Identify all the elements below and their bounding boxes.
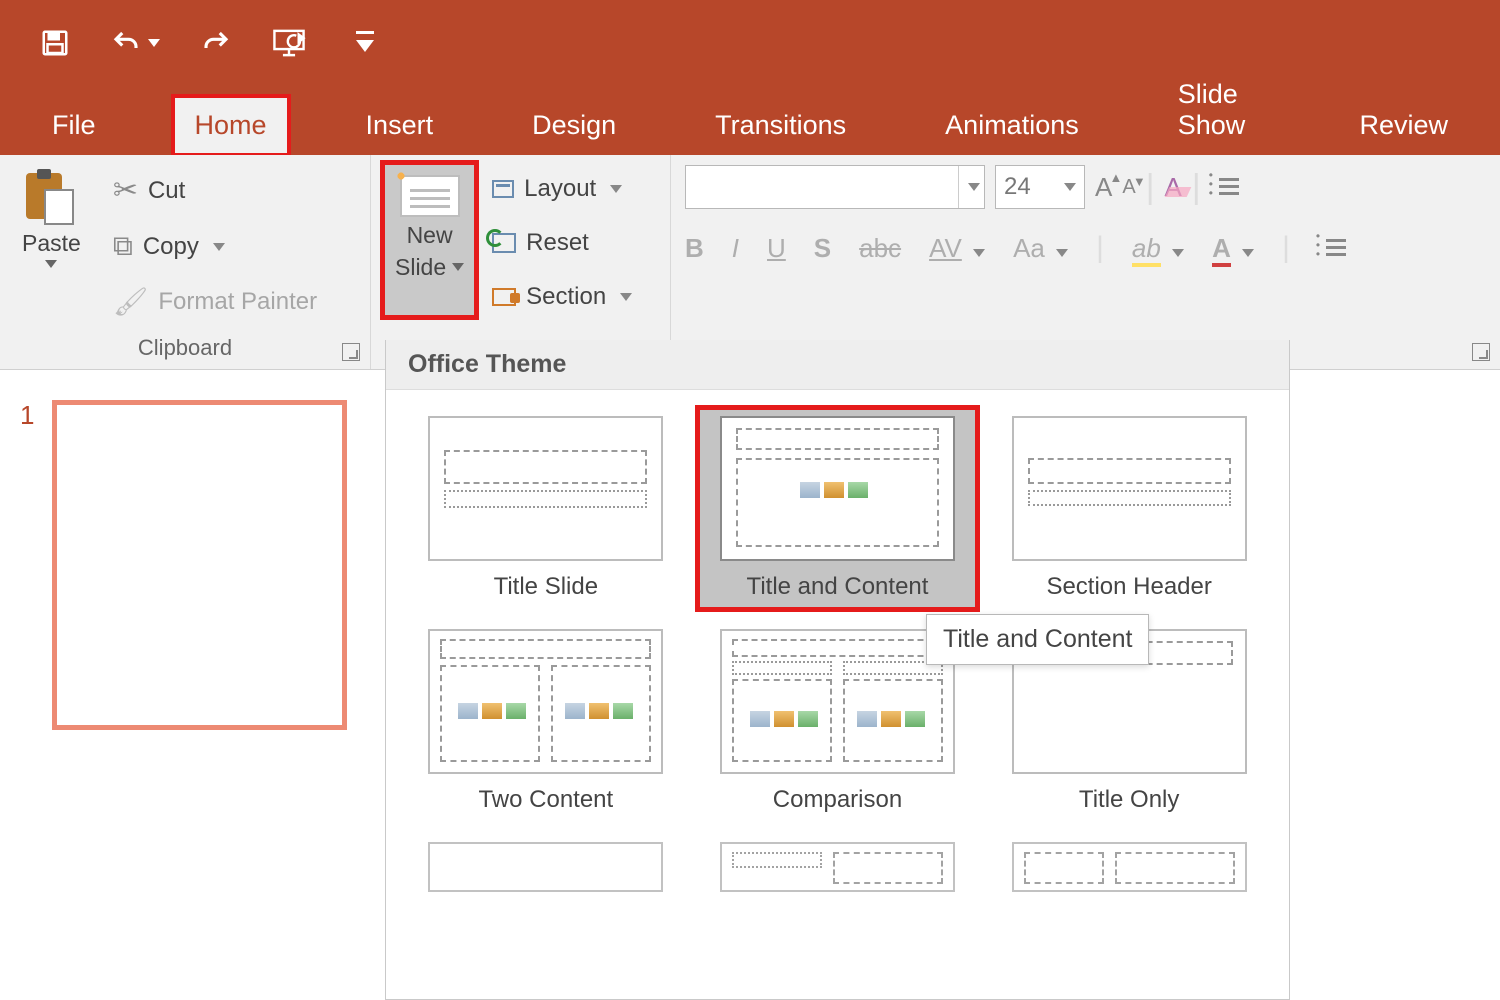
new-slide-layout-gallery: Office Theme Title Slide Title and Conte…	[385, 340, 1290, 1000]
strikethrough-button[interactable]: abc	[859, 233, 901, 264]
cut-button[interactable]: ✂ Cut	[107, 169, 323, 212]
tab-transitions[interactable]: Transitions	[693, 96, 868, 155]
layout-label: Two Content	[478, 786, 613, 814]
tooltip: Title and Content	[926, 614, 1149, 665]
reset-icon	[492, 233, 516, 253]
new-slide-label-2: Slide	[395, 254, 446, 281]
cut-label: Cut	[148, 177, 185, 205]
paste-button[interactable]: Paste	[14, 165, 89, 322]
tab-animations[interactable]: Animations	[923, 96, 1101, 155]
section-dropdown-icon[interactable]	[620, 293, 632, 301]
character-spacing-button[interactable]: AV	[929, 233, 985, 264]
layout-icon	[492, 180, 514, 198]
layout-option-two-content[interactable]: Two Content	[414, 629, 678, 814]
start-slideshow-icon[interactable]	[272, 28, 306, 58]
group-font: 24 A▲ A▼ | A | B I U S abc AV Aa |	[670, 155, 1500, 369]
italic-button[interactable]: I	[732, 233, 739, 264]
tab-insert[interactable]: Insert	[344, 96, 456, 155]
layout-label: Title Slide	[494, 573, 598, 601]
clipboard-dialog-launcher-icon[interactable]	[342, 343, 360, 361]
section-icon	[492, 288, 516, 306]
paste-dropdown-icon[interactable]	[45, 260, 57, 268]
brush-icon: 🖌	[113, 285, 149, 318]
change-case-button[interactable]: Aa	[1013, 233, 1068, 264]
group-slides: New Slide Layout Reset	[370, 155, 670, 369]
font-size-value: 24	[1004, 173, 1031, 201]
layout-option-title-and-content[interactable]: Title and Content	[700, 410, 976, 607]
ribbon-tabs: File Home Insert Design Transitions Anim…	[0, 85, 1500, 155]
section-button[interactable]: Section	[486, 279, 638, 315]
undo-dropdown-icon[interactable]	[148, 39, 160, 47]
new-slide-label-1: New	[407, 222, 453, 249]
bullets-icon[interactable]	[1211, 176, 1239, 198]
increase-font-icon[interactable]: A▲	[1095, 172, 1112, 203]
layout-option-section-header[interactable]: Section Header	[997, 416, 1261, 601]
layout-option-blank[interactable]	[414, 842, 678, 892]
layout-option-content-caption[interactable]	[706, 842, 970, 892]
chevron-down-icon[interactable]	[1064, 183, 1076, 191]
new-slide-icon	[400, 175, 460, 217]
font-size-combo[interactable]: 24	[995, 165, 1085, 209]
layout-label: Title Only	[1079, 786, 1179, 814]
scissors-icon: ✂	[113, 173, 138, 208]
new-slide-dropdown-icon[interactable]	[452, 263, 464, 271]
ribbon: Paste ✂ Cut ⧉ Copy 🖌 Format Painter	[0, 155, 1500, 370]
font-name-combo[interactable]	[685, 165, 985, 209]
group-clipboard: Paste ✂ Cut ⧉ Copy 🖌 Format Painter	[0, 155, 370, 369]
copy-dropdown-icon[interactable]	[213, 243, 225, 251]
redo-button[interactable]	[200, 28, 232, 58]
copy-label: Copy	[143, 233, 199, 261]
slide-thumbnail-1[interactable]	[52, 400, 347, 730]
numbering-icon[interactable]	[1318, 237, 1346, 259]
layout-label: Title and Content	[747, 573, 929, 601]
layout-label: Section Header	[1046, 573, 1211, 601]
copy-icon: ⧉	[113, 230, 133, 263]
highlight-button[interactable]: ab	[1132, 233, 1184, 264]
group-label-clipboard: Clipboard	[14, 335, 356, 365]
new-slide-button[interactable]: New Slide	[385, 165, 474, 315]
text-shadow-button[interactable]: S	[814, 233, 831, 264]
font-dialog-launcher-icon[interactable]	[1472, 343, 1490, 361]
layout-option-picture-caption[interactable]	[997, 842, 1261, 892]
layout-dropdown-icon[interactable]	[610, 185, 622, 193]
clear-formatting-icon[interactable]: A	[1165, 172, 1182, 203]
save-icon[interactable]	[40, 28, 70, 58]
format-painter-label: Format Painter	[158, 288, 317, 316]
tooltip-text: Title and Content	[943, 625, 1132, 653]
reset-button[interactable]: Reset	[486, 225, 638, 261]
layout-button[interactable]: Layout	[486, 171, 638, 207]
underline-button[interactable]: U	[767, 233, 786, 264]
layout-label: Layout	[524, 175, 596, 203]
copy-button[interactable]: ⧉ Copy	[107, 226, 323, 267]
format-painter-button[interactable]: 🖌 Format Painter	[107, 281, 323, 322]
undo-button[interactable]	[110, 28, 160, 58]
gallery-header: Office Theme	[386, 340, 1289, 390]
decrease-font-icon[interactable]: A▼	[1122, 176, 1135, 199]
section-label: Section	[526, 283, 606, 311]
layout-option-title-slide[interactable]: Title Slide	[414, 416, 678, 601]
tab-review[interactable]: Review	[1337, 96, 1470, 155]
paste-label: Paste	[22, 230, 81, 257]
paste-icon	[26, 169, 76, 225]
customize-qat-icon[interactable]	[356, 31, 374, 55]
slide-number: 1	[20, 400, 34, 431]
tab-file[interactable]: File	[30, 96, 118, 155]
slide-thumbnail-panel: 1	[0, 370, 380, 1000]
tab-slideshow[interactable]: Slide Show	[1156, 65, 1283, 155]
tab-home[interactable]: Home	[173, 96, 289, 155]
tab-design[interactable]: Design	[510, 96, 638, 155]
chevron-down-icon[interactable]	[958, 166, 984, 208]
font-color-button[interactable]: A	[1212, 233, 1254, 264]
layout-label: Comparison	[773, 786, 902, 814]
bold-button[interactable]: B	[685, 233, 704, 264]
reset-label: Reset	[526, 229, 589, 257]
